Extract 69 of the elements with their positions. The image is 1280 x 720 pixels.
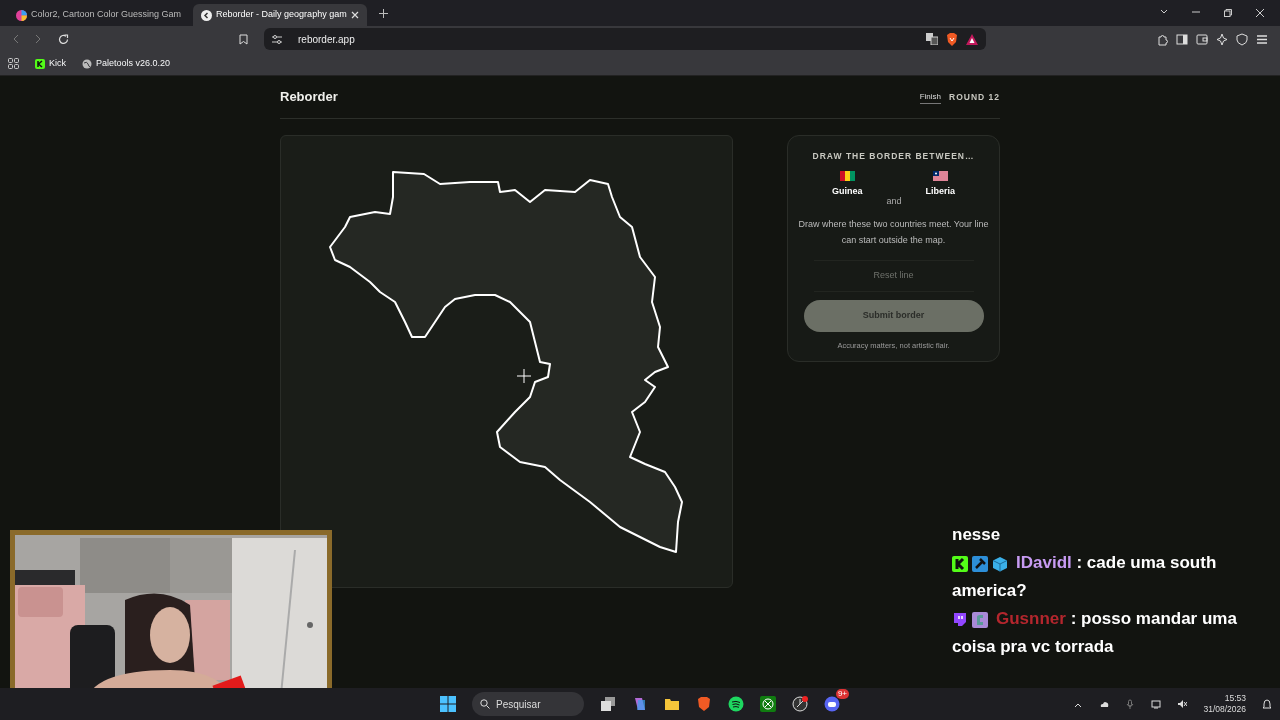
back-icon[interactable] bbox=[12, 34, 19, 44]
bookmark-icon[interactable] bbox=[239, 33, 248, 45]
task-view-icon[interactable] bbox=[600, 696, 616, 712]
search-icon bbox=[480, 699, 490, 709]
joiner-text: and bbox=[886, 194, 902, 208]
country-name: Liberia bbox=[925, 184, 956, 198]
tab-title: Reborder - Daily geography gam bbox=[216, 8, 347, 22]
browser-tab[interactable]: Color2, Cartoon Color Guessing Gam bbox=[8, 4, 190, 26]
round-label: ROUND 12 bbox=[949, 90, 1000, 104]
menu-icon[interactable] bbox=[1256, 32, 1268, 46]
lion-shield-icon[interactable] bbox=[946, 32, 958, 46]
color-wheel-icon bbox=[16, 9, 27, 21]
search-field[interactable]: Pesquisar bbox=[472, 692, 584, 716]
clock-date: 31/08/2026 bbox=[1203, 704, 1246, 715]
clock-time: 15:53 bbox=[1224, 693, 1246, 704]
sidebar-icon[interactable] bbox=[1176, 32, 1188, 46]
map-canvas[interactable] bbox=[280, 135, 733, 588]
speaker-muted-icon[interactable] bbox=[1177, 699, 1188, 709]
chat-message-text: america? bbox=[952, 580, 1028, 602]
sparkle-icon[interactable] bbox=[1216, 32, 1228, 46]
url-text: reborder.app bbox=[298, 32, 355, 47]
site-icon bbox=[201, 9, 213, 21]
instructions-text: Draw where these two countries meet. Your line can start outside the map. bbox=[797, 218, 990, 248]
close-icon[interactable] bbox=[350, 11, 359, 19]
restore-icon[interactable] bbox=[1224, 9, 1232, 17]
folder-icon[interactable] bbox=[664, 696, 680, 712]
crosshair-cursor-icon bbox=[516, 368, 532, 384]
cube-icon bbox=[992, 555, 1008, 572]
notification-bell-icon[interactable] bbox=[1262, 698, 1272, 710]
new-tab-icon[interactable] bbox=[378, 9, 388, 18]
close-icon[interactable] bbox=[1256, 9, 1264, 17]
network-icon[interactable] bbox=[1151, 699, 1162, 709]
bookmark-link[interactable]: Paletools v26.0.20 bbox=[82, 56, 171, 71]
site-settings-icon bbox=[272, 34, 282, 44]
windows-icon[interactable] bbox=[440, 696, 456, 712]
globe-icon bbox=[82, 58, 92, 69]
reload-icon[interactable] bbox=[58, 33, 69, 45]
hammer-icon bbox=[972, 555, 988, 572]
bookmark-link[interactable]: Kick bbox=[35, 56, 66, 71]
letter-k-icon bbox=[35, 58, 45, 69]
notification-badge: 9+ bbox=[835, 689, 849, 699]
triangle-icon[interactable] bbox=[966, 33, 978, 45]
flag-icon bbox=[839, 170, 855, 181]
panel-heading: DRAW THE BORDER BETWEEN… bbox=[812, 150, 975, 163]
letter-k-icon bbox=[952, 555, 968, 572]
chat-message-text: : posso mandar uma bbox=[1070, 609, 1237, 628]
finish-link[interactable]: Finish bbox=[919, 90, 941, 104]
lion-shield-icon[interactable] bbox=[696, 696, 712, 712]
country-name: Guinea bbox=[831, 184, 863, 198]
translate-icon[interactable] bbox=[926, 33, 938, 45]
flag-icon bbox=[932, 170, 948, 181]
shield-icon[interactable] bbox=[1236, 32, 1248, 46]
chat-message-text: coisa pra vc torrada bbox=[952, 636, 1115, 658]
reset-line-button[interactable]: Reset line bbox=[813, 260, 974, 292]
address-bar[interactable]: reborder.app bbox=[264, 28, 986, 50]
app-title: Reborder bbox=[280, 88, 338, 107]
minimize-icon[interactable] bbox=[1192, 9, 1200, 15]
apps-grid-icon[interactable] bbox=[8, 58, 19, 69]
wallet-icon[interactable] bbox=[1196, 32, 1208, 46]
forward-icon[interactable] bbox=[35, 34, 42, 44]
chat-message-text: nesse bbox=[952, 524, 1002, 546]
chat-username[interactable]: IDavidl bbox=[1016, 553, 1072, 572]
chat-message-text: : cade uma south bbox=[1076, 553, 1217, 572]
cloud-icon[interactable] bbox=[1099, 699, 1110, 709]
chevron-down-icon[interactable] bbox=[1160, 9, 1168, 15]
browser-tab[interactable]: Reborder - Daily geography gam bbox=[193, 4, 367, 26]
camera-shutter-icon[interactable] bbox=[792, 696, 808, 712]
chat-bubble-icon bbox=[952, 611, 968, 628]
tab-title: Color2, Cartoon Color Guessing Gam bbox=[31, 8, 182, 22]
